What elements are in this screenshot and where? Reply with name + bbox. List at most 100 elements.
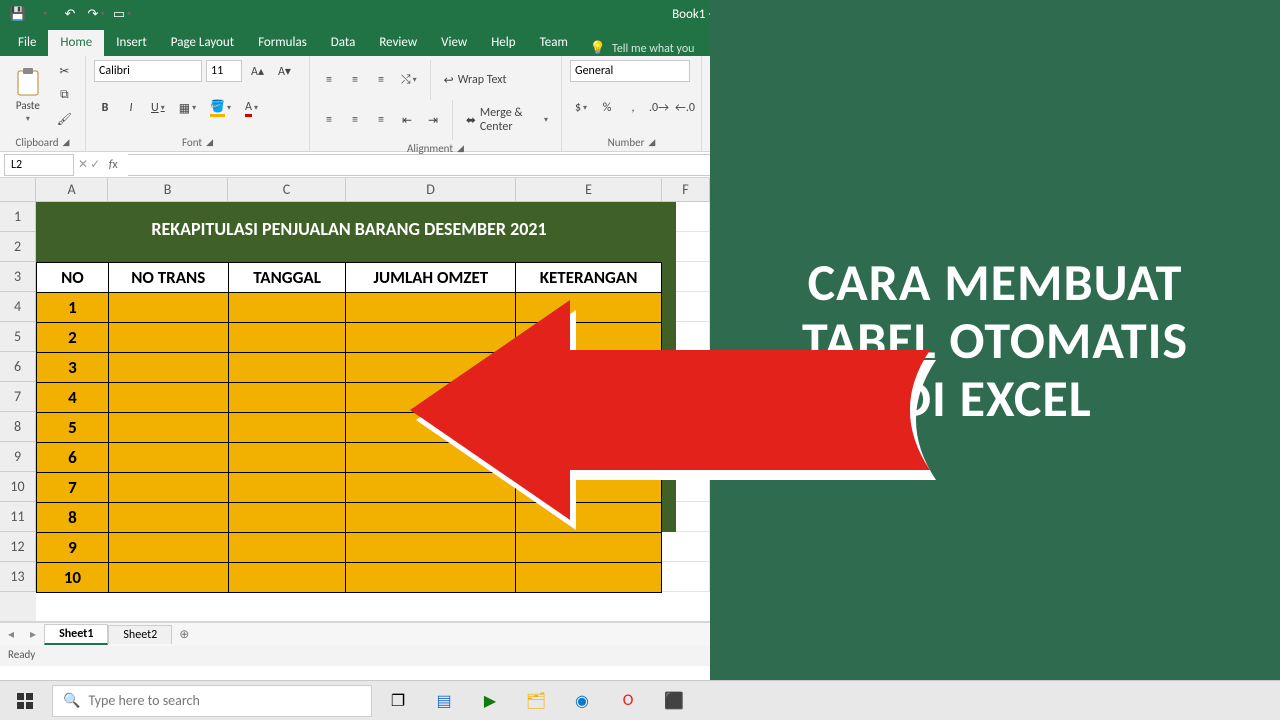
font-name-combo[interactable] [94,60,202,82]
row-header[interactable]: 11 [0,502,36,532]
column-header[interactable]: B [108,178,228,202]
cell[interactable] [346,413,516,443]
cell[interactable] [108,563,228,593]
row-header[interactable]: 5 [0,322,36,352]
increase-indent-button[interactable]: ⇥ [422,109,444,131]
cut-button[interactable]: ✂ [52,60,77,82]
cancel-formula-icon[interactable]: ✕ [78,157,88,172]
cell[interactable] [108,443,228,473]
align-center-button[interactable]: ≡ [344,109,366,131]
sheet-nav-prev-icon[interactable]: ◂ [0,627,22,642]
cell[interactable] [516,353,662,383]
border-button[interactable]: ▦ [174,97,201,119]
cell-no[interactable]: 1 [37,293,109,323]
cell[interactable] [346,503,516,533]
align-right-button[interactable]: ≡ [370,109,392,131]
tab-view[interactable]: View [429,30,479,56]
align-bottom-button[interactable]: ≡ [370,69,392,91]
decrease-decimal-button[interactable]: ←.0 [674,97,696,119]
bold-button[interactable]: B [94,97,116,119]
tab-help[interactable]: Help [479,30,527,56]
tell-me-search[interactable]: 💡 Tell me what you [580,41,705,56]
tab-insert[interactable]: Insert [104,30,159,56]
cell[interactable] [108,383,228,413]
wrap-text-button[interactable]: ↩ Wrap Text [439,69,512,91]
cell[interactable] [108,353,228,383]
accounting-format-button[interactable]: $ [570,97,592,119]
cell[interactable] [228,383,346,413]
font-dialog-launcher-icon[interactable]: ◢ [206,137,213,148]
cell[interactable] [346,473,516,503]
cell-no[interactable]: 5 [37,413,109,443]
cell[interactable] [346,323,516,353]
column-header[interactable]: F [662,178,710,202]
copy-button[interactable]: ⧉ [52,84,77,106]
row-header[interactable]: 6 [0,352,36,382]
row-header[interactable]: 8 [0,412,36,442]
start-button[interactable] [4,681,46,720]
row-header[interactable]: 13 [0,562,36,592]
cell[interactable] [228,293,346,323]
taskbar-app-icon[interactable]: ▤ [424,681,464,720]
align-top-button[interactable]: ≡ [318,69,340,91]
tab-review[interactable]: Review [367,30,429,56]
cell[interactable] [346,383,516,413]
font-size-combo[interactable] [206,60,242,82]
cell[interactable] [108,293,228,323]
row-header[interactable]: 2 [0,232,36,262]
cell-no[interactable]: 3 [37,353,109,383]
cell[interactable] [516,413,662,443]
cell-no[interactable]: 9 [37,533,109,563]
cell[interactable] [516,383,662,413]
cell[interactable] [346,563,516,593]
touch-mode-icon[interactable]: ▭ [110,3,134,25]
redo-icon[interactable]: ↷ [84,3,108,25]
row-header[interactable]: 9 [0,442,36,472]
opera-icon[interactable]: O [608,681,648,720]
column-header[interactable]: A [36,178,108,202]
underline-button[interactable]: U [146,97,170,119]
cell-no[interactable]: 10 [37,563,109,593]
cell[interactable] [228,353,346,383]
align-middle-button[interactable]: ≡ [344,69,366,91]
tab-formulas[interactable]: Formulas [246,30,319,56]
column-header[interactable]: E [516,178,662,202]
cell[interactable] [516,503,662,533]
cell-no[interactable]: 4 [37,383,109,413]
cell[interactable] [516,533,662,563]
sheet-tab-active[interactable]: Sheet1 [44,624,108,645]
cell[interactable] [516,323,662,353]
select-all-corner[interactable] [0,178,36,202]
clipboard-dialog-launcher-icon[interactable]: ◢ [63,137,70,148]
cell[interactable] [228,443,346,473]
undo-icon[interactable]: ↶ [58,3,82,25]
fx-icon[interactable]: fx [102,158,124,172]
qat-dropdown[interactable] [32,3,56,25]
percent-button[interactable]: % [596,97,618,119]
tab-file[interactable]: File [6,30,48,56]
cell[interactable] [228,413,346,443]
cell[interactable] [108,413,228,443]
row-header[interactable]: 12 [0,532,36,562]
row-header[interactable]: 10 [0,472,36,502]
tab-data[interactable]: Data [319,30,368,56]
align-left-button[interactable]: ≡ [318,109,340,131]
add-sheet-button[interactable]: ⊕ [172,627,196,642]
cell[interactable] [346,293,516,323]
row-header[interactable]: 1 [0,202,36,232]
alignment-dialog-launcher-icon[interactable]: ◢ [457,143,464,154]
format-painter-button[interactable]: 🖌 [52,108,77,130]
enter-formula-icon[interactable]: ✓ [90,157,100,172]
column-header[interactable]: C [228,178,346,202]
comma-button[interactable]: , [622,97,644,119]
name-box[interactable]: L2 [4,154,74,176]
tab-home[interactable]: Home [48,30,104,56]
cell[interactable] [108,323,228,353]
italic-button[interactable]: I [120,97,142,119]
cell[interactable] [108,473,228,503]
file-explorer-icon[interactable]: 🗂 [516,681,556,720]
edge-icon[interactable]: ◉ [562,681,602,720]
merge-center-button[interactable]: ⬌ Merge & Center [461,109,553,131]
cell[interactable] [516,443,662,473]
increase-font-button[interactable]: A▴ [246,60,269,82]
